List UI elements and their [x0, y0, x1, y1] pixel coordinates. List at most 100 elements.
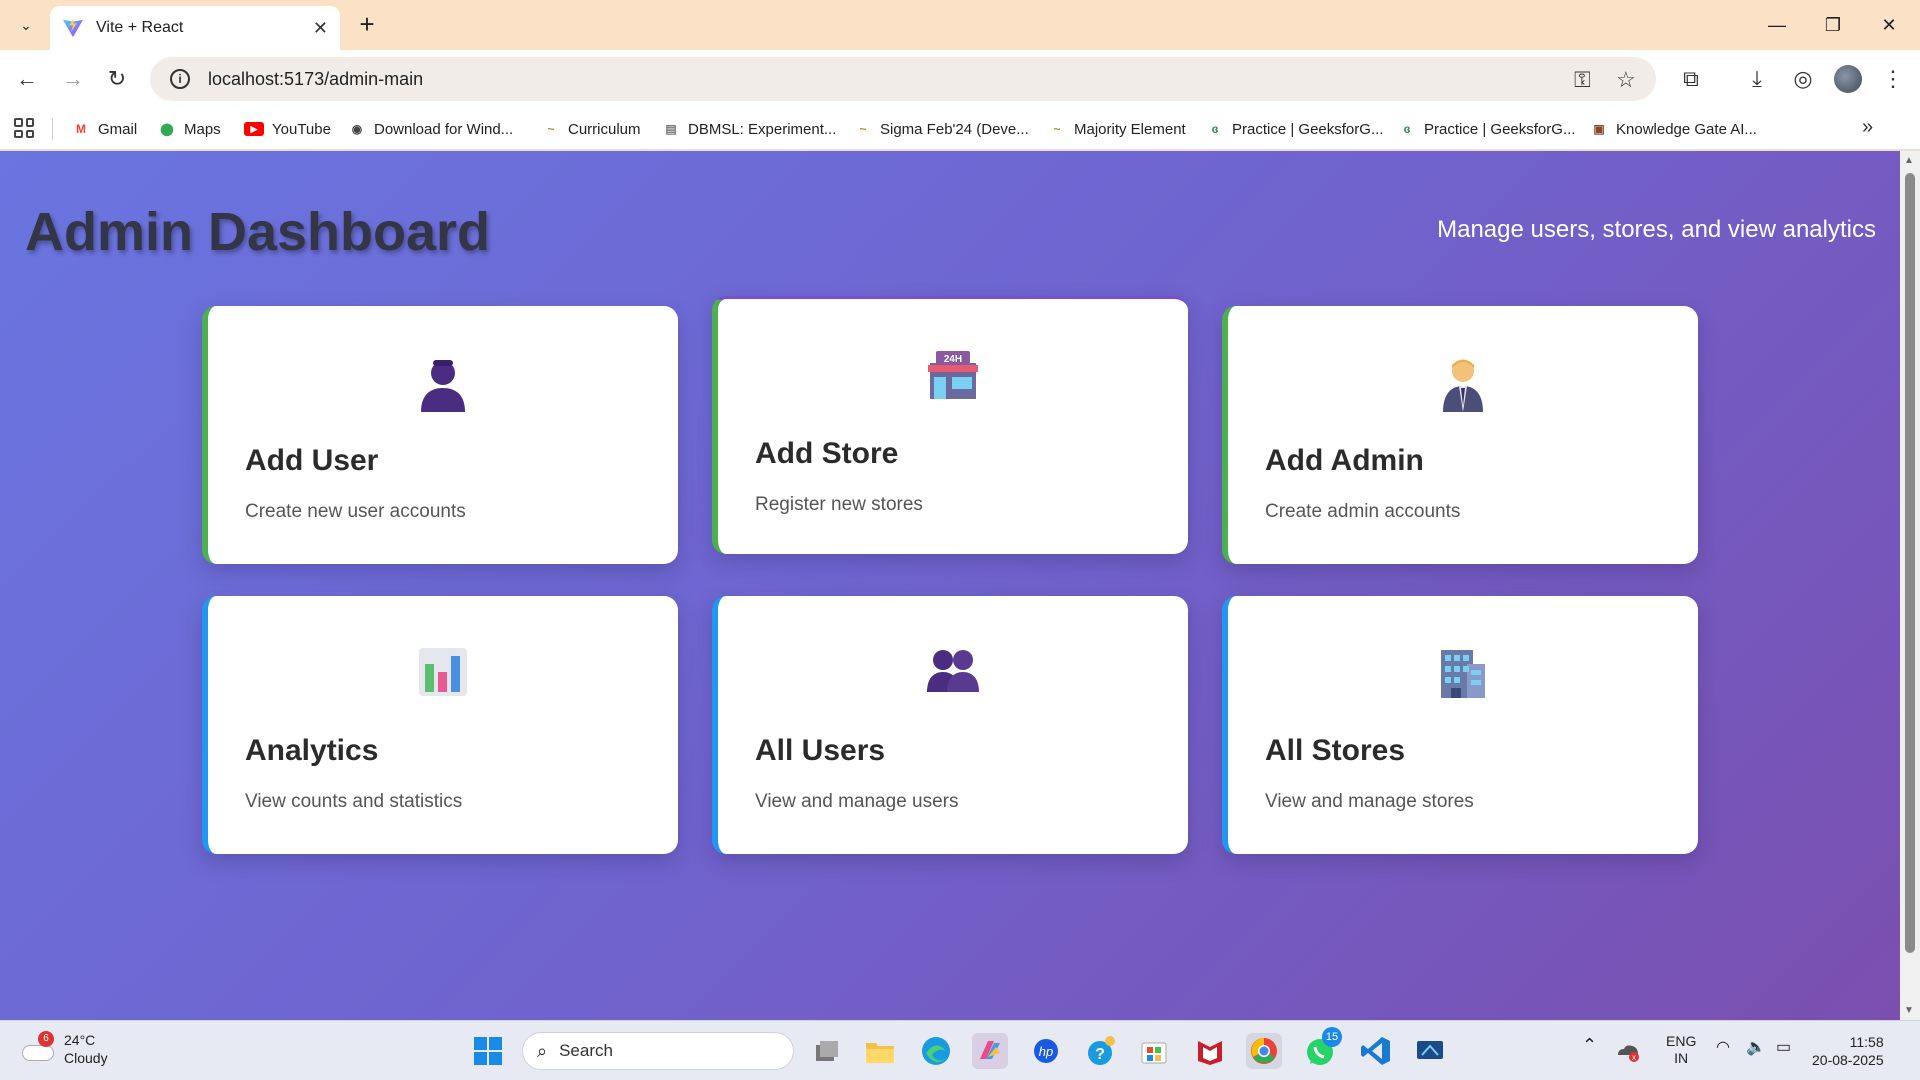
microsoft-store-icon[interactable] — [1136, 1033, 1172, 1069]
bookmark-geeksforgeeks-2[interactable]: ɞ Practice | GeeksforG... — [1398, 118, 1576, 140]
tab-search-dropdown-icon[interactable]: ⌄ — [10, 10, 42, 40]
profile-avatar[interactable] — [1834, 65, 1862, 93]
analytics-card[interactable]: Analytics View counts and statistics — [202, 596, 678, 854]
help-icon[interactable]: ? — [1082, 1033, 1118, 1069]
onedrive-error-icon[interactable]: x — [1614, 1037, 1642, 1065]
add-user-card[interactable]: Add User Create new user accounts — [202, 306, 678, 564]
bookmark-dbmsl[interactable]: ▤ DBMSL: Experiment... — [662, 118, 836, 140]
whatsapp-icon[interactable]: 15 — [1302, 1027, 1342, 1069]
card-title: Analytics — [245, 734, 379, 767]
svg-text:x: x — [1632, 1053, 1636, 1062]
forward-button[interactable]: → — [56, 62, 90, 96]
file-explorer-icon[interactable] — [862, 1033, 898, 1069]
apna-college-icon: ~ — [1053, 122, 1061, 136]
menu-kebab-icon[interactable]: ⋮ — [1876, 62, 1910, 96]
add-admin-card[interactable]: Add Admin Create admin accounts — [1222, 306, 1698, 564]
card-title: Add Admin — [1265, 444, 1424, 477]
card-title: All Users — [755, 734, 886, 767]
bookmark-geeksforgeeks-1[interactable]: ɞ Practice | GeeksforG... — [1206, 118, 1384, 140]
bookmark-label: Practice | GeeksforG... — [1424, 120, 1576, 138]
bookmark-sigma[interactable]: ~ Sigma Feb'24 (Deve... — [854, 118, 1029, 140]
bookmark-label: Knowledge Gate AI... — [1616, 120, 1757, 138]
apps-grid-icon[interactable] — [14, 118, 34, 138]
svg-text:24H: 24H — [944, 354, 962, 365]
performance-icon[interactable]: ◎ — [1786, 62, 1820, 96]
all-users-card[interactable]: All Users View and manage users — [712, 596, 1188, 854]
bookmark-gmail[interactable]: M Gmail — [72, 118, 137, 140]
apna-college-icon: ~ — [547, 122, 555, 136]
remote-desktop-icon[interactable] — [1412, 1033, 1448, 1069]
scroll-up-icon[interactable]: ▲ — [1904, 155, 1914, 166]
system-clock[interactable]: 11:58 20-08-2025 — [1812, 1033, 1884, 1069]
card-title: All Stores — [1265, 734, 1406, 767]
windows-start-icon[interactable] — [470, 1033, 506, 1069]
users-group-icon — [718, 646, 1188, 699]
minimize-button[interactable]: — — [1754, 8, 1800, 42]
bookmark-curriculum[interactable]: ~ Curriculum — [542, 118, 641, 140]
close-window-button[interactable]: ✕ — [1866, 8, 1912, 42]
bar-chart-icon — [208, 646, 678, 703]
extensions-icon[interactable]: ⧉ — [1674, 62, 1708, 96]
document-icon: ▤ — [665, 122, 677, 136]
card-description: View counts and statistics — [245, 791, 463, 812]
hp-icon[interactable]: hp — [1028, 1033, 1064, 1069]
scroll-down-icon[interactable]: ▼ — [1904, 1005, 1914, 1016]
scrollbar-thumb[interactable] — [1905, 173, 1915, 953]
reload-button[interactable]: ↻ — [100, 62, 134, 96]
restore-button[interactable]: ❐ — [1810, 8, 1856, 42]
weather-desc: Cloudy — [64, 1050, 108, 1066]
tab-close-icon[interactable]: ✕ — [313, 18, 328, 39]
weather-widget[interactable]: 6 24°C Cloudy — [20, 1031, 108, 1067]
vscode-icon[interactable] — [1358, 1033, 1394, 1069]
download-icon[interactable]: ⤓ — [1740, 62, 1774, 96]
bookmark-label: Sigma Feb'24 (Deve... — [880, 120, 1029, 138]
task-view-icon[interactable] — [808, 1033, 844, 1069]
region-code: IN — [1674, 1050, 1689, 1066]
apna-college-icon: ~ — [859, 122, 867, 136]
copilot-icon[interactable] — [972, 1033, 1008, 1069]
back-button[interactable]: ← — [10, 62, 44, 96]
bookmark-label: DBMSL: Experiment... — [688, 120, 837, 138]
show-hidden-icons[interactable]: ⌃ — [1582, 1036, 1597, 1054]
bookmark-majority-element[interactable]: ~ Majority Element — [1048, 118, 1185, 140]
bookmark-download-windows[interactable]: ◉ Download for Wind... — [348, 118, 513, 140]
language-code: ENG — [1666, 1033, 1697, 1049]
geeksforgeeks-icon: ɞ — [1211, 122, 1219, 136]
svg-text:hp: hp — [1039, 1044, 1053, 1059]
add-store-card[interactable]: 24H Add Store Register new stores — [712, 296, 1188, 554]
all-stores-card[interactable]: All Stores View and manage stores — [1222, 596, 1698, 854]
battery-icon[interactable]: ▭ — [1776, 1039, 1791, 1056]
taskbar-search[interactable]: ⌕ Search — [522, 1032, 794, 1070]
site-info-icon[interactable]: i — [170, 69, 190, 89]
page-title: Admin Dashboard — [25, 202, 491, 262]
youtube-icon: ▶ — [244, 122, 264, 136]
wifi-icon[interactable]: ◠ — [1716, 1039, 1730, 1056]
address-bar[interactable]: i localhost:5173/admin-main ⚿ ☆ — [150, 57, 1656, 101]
card-description: Register new stores — [755, 494, 923, 515]
store-24h-icon: 24H — [718, 349, 1188, 406]
bookmark-maps[interactable]: ⬤ Maps — [158, 118, 221, 140]
chrome-icon[interactable] — [1246, 1033, 1282, 1069]
cloud-icon: 6 — [20, 1031, 54, 1061]
weather-badge: 6 — [38, 1031, 54, 1047]
edge-browser-icon[interactable] — [918, 1033, 954, 1069]
page-scrollbar[interactable]: ▲ ▼ — [1900, 151, 1920, 1020]
more-bookmarks-icon[interactable]: » — [1862, 116, 1873, 139]
vite-logo-icon — [62, 17, 84, 38]
volume-icon[interactable]: 🔈 — [1746, 1039, 1766, 1056]
user-silhouette-icon — [208, 356, 678, 417]
bookmark-knowledge-gate[interactable]: ▣ Knowledge Gate AI... — [1590, 118, 1757, 140]
password-key-icon[interactable]: ⚿ — [1574, 67, 1591, 93]
bookmark-label: Maps — [184, 120, 221, 138]
active-tab[interactable]: Vite + React ✕ — [50, 6, 340, 50]
url-text[interactable]: localhost:5173/admin-main — [208, 69, 423, 90]
bookmark-label: Curriculum — [568, 120, 641, 138]
bookmark-youtube[interactable]: ▶ YouTube — [244, 118, 331, 140]
language-indicator[interactable]: ENG IN — [1666, 1033, 1696, 1067]
bookmark-star-icon[interactable]: ☆ — [1616, 67, 1636, 93]
bookmark-label: Gmail — [98, 120, 138, 138]
bookmark-label: Practice | GeeksforG... — [1232, 120, 1384, 138]
mcafee-icon[interactable] — [1192, 1033, 1228, 1069]
new-tab-button[interactable]: + — [352, 10, 382, 40]
gmail-icon: M — [76, 122, 86, 136]
